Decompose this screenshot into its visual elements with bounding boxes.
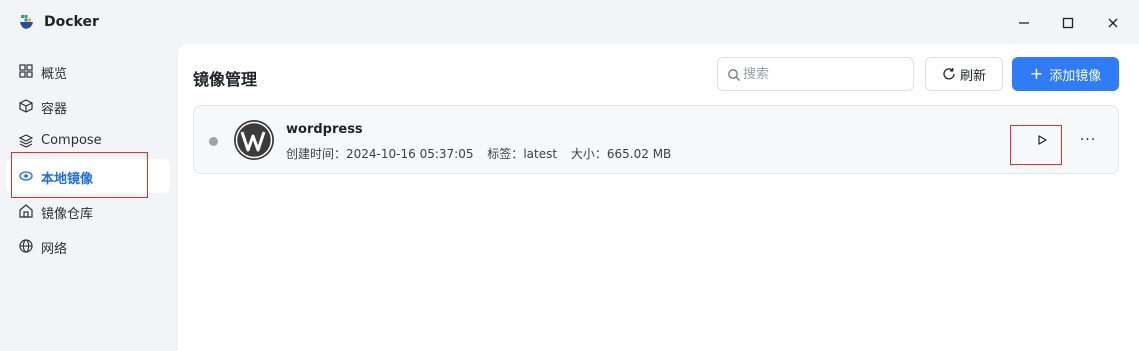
minimize-button[interactable] [1009, 8, 1039, 38]
close-icon [1108, 18, 1118, 28]
status-indicator [209, 137, 218, 146]
image-card: wordpress 创建时间：2024-10-16 05:37:05 标签：la… [193, 105, 1119, 174]
grid-icon [18, 63, 33, 78]
docker-window: Docker 概览 容器 Compose 本地镜像 镜像仓库 网络 镜像管理 搜… [0, 0, 1139, 351]
search-icon [728, 69, 740, 81]
refresh-icon [943, 68, 955, 80]
app-title: Docker [44, 14, 99, 30]
sidebar-item-label: 容器 [41, 102, 68, 117]
sidebar-item-label: 本地镜像 [41, 172, 94, 187]
plus-icon: + [1029, 64, 1044, 83]
cube-icon [18, 98, 33, 113]
sidebar-item-local-images[interactable]: 本地镜像 [6, 159, 170, 193]
maximize-icon [1062, 17, 1074, 29]
eye-icon [18, 168, 33, 183]
tag-label: 标签： [487, 147, 524, 161]
layers-icon [18, 133, 33, 148]
image-meta: 创建时间：2024-10-16 05:37:05 标签：latest 大小：66… [286, 145, 681, 162]
search-input[interactable] [743, 64, 908, 84]
size-value: 665.02 MB [606, 147, 672, 161]
title-bar: Docker [0, 0, 1139, 44]
size-label: 大小： [570, 147, 607, 161]
image-name: wordpress [286, 122, 363, 137]
page-title: 镜像管理 [193, 70, 258, 89]
globe-icon [18, 238, 33, 253]
sidebar-item-image-registry[interactable]: 镜像仓库 [6, 194, 170, 228]
run-button[interactable] [1028, 126, 1056, 154]
close-button[interactable] [1098, 8, 1128, 38]
sidebar-item-label: 网络 [41, 242, 68, 257]
more-options-button[interactable]: ··· [1074, 126, 1102, 154]
sidebar-item-overview[interactable]: 概览 [6, 54, 170, 88]
play-icon [1038, 135, 1047, 145]
created-label: 创建时间： [286, 147, 347, 161]
refresh-button[interactable]: 刷新 [925, 57, 1003, 91]
home-icon [18, 203, 33, 218]
add-image-button[interactable]: + 添加镜像 [1012, 57, 1119, 91]
add-image-label: 添加镜像 [1049, 68, 1102, 84]
docker-whale-icon [20, 15, 33, 29]
tag-value: latest [523, 147, 558, 161]
created-value: 2024-10-16 05:37:05 [346, 147, 474, 161]
sidebar: 概览 容器 Compose 本地镜像 镜像仓库 网络 [0, 52, 178, 351]
refresh-label: 刷新 [959, 68, 986, 84]
sidebar-item-label: Compose [41, 133, 102, 148]
sidebar-item-label: 镜像仓库 [41, 207, 94, 222]
maximize-button[interactable] [1053, 8, 1083, 38]
ellipsis-icon: ··· [1079, 132, 1097, 148]
sidebar-item-compose[interactable]: Compose [6, 124, 170, 158]
main-panel: 镜像管理 刷新 + 添加镜像 wordpress 创建时间：2024-10-16… [178, 44, 1139, 351]
sidebar-item-label: 概览 [41, 67, 68, 82]
sidebar-item-network[interactable]: 网络 [6, 229, 170, 263]
wordpress-logo-icon [234, 120, 274, 160]
search-box[interactable] [717, 57, 914, 91]
sidebar-item-containers[interactable]: 容器 [6, 89, 170, 123]
minimize-icon [1019, 22, 1029, 24]
